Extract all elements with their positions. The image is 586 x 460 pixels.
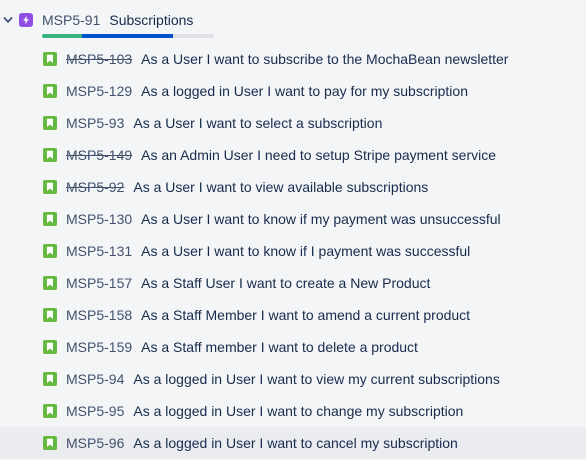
issue-summary[interactable]: As a User I want to subscribe to the Moc… — [141, 51, 508, 67]
issue-row[interactable]: MSP5-95 As a logged in User I want to cha… — [0, 395, 586, 427]
issue-key[interactable]: MSP5-130 — [66, 211, 132, 227]
issue-row[interactable]: MSP5-131 As a User I want to know if I pa… — [0, 235, 586, 267]
issue-key[interactable]: MSP5-94 — [66, 371, 124, 387]
issue-summary[interactable]: As a logged in User I want to cancel my … — [133, 435, 458, 451]
epic-issue-list: MSP5-91 Subscriptions MSP5-103 As a User … — [0, 0, 586, 460]
story-bookmark-icon — [43, 340, 57, 354]
issue-row[interactable]: MSP5-103 As a User I want to subscribe to… — [0, 43, 586, 75]
epic-row[interactable]: MSP5-91 Subscriptions — [0, 8, 586, 34]
progress-done-segment — [42, 34, 82, 38]
story-bookmark-icon — [43, 244, 57, 258]
issue-key[interactable]: MSP5-131 — [66, 243, 132, 259]
issue-summary[interactable]: As a User I want to select a subscriptio… — [133, 115, 382, 131]
story-bookmark-icon — [43, 180, 57, 194]
issue-row[interactable]: MSP5-157 As a Staff User I want to create… — [0, 267, 586, 299]
issue-summary[interactable]: As a Staff User I want to create a New P… — [141, 275, 430, 291]
issue-summary[interactable]: As a Staff Member I want to amend a curr… — [141, 307, 470, 323]
issue-summary[interactable]: As a logged in User I want to view my cu… — [133, 371, 500, 387]
epic-lightning-icon — [19, 13, 33, 27]
issue-key[interactable]: MSP5-96 — [66, 435, 124, 451]
issue-key[interactable]: MSP5-95 — [66, 403, 124, 419]
issue-row[interactable]: MSP5-94 As a logged in User I want to vie… — [0, 363, 586, 395]
issue-summary[interactable]: As a User I want to know if my payment w… — [141, 211, 500, 227]
progress-in-progress-segment — [81, 34, 173, 38]
issue-row[interactable]: MSP5-93 As a User I want to select a subs… — [0, 107, 586, 139]
story-bookmark-icon — [43, 276, 57, 290]
issue-row[interactable]: MSP5-96 As a logged in User I want to can… — [0, 427, 586, 459]
issue-key[interactable]: MSP5-149 — [66, 147, 132, 163]
issue-row[interactable]: MSP5-92 As a User I want to view availabl… — [0, 171, 586, 203]
story-bookmark-icon — [43, 404, 57, 418]
story-bookmark-icon — [43, 148, 57, 162]
issue-key[interactable]: MSP5-129 — [66, 83, 132, 99]
issue-summary[interactable]: As a User I want to view available subsc… — [133, 179, 428, 195]
issue-summary[interactable]: As a logged in User I want to change my … — [133, 403, 463, 419]
issue-row[interactable]: MSP5-130 As a User I want to know if my p… — [0, 203, 586, 235]
issue-row[interactable]: MSP5-158 As a Staff Member I want to amen… — [0, 299, 586, 331]
issue-row[interactable]: MSP5-129 As a logged in User I want to pa… — [0, 75, 586, 107]
story-bookmark-icon — [43, 372, 57, 386]
issue-key[interactable]: MSP5-159 — [66, 339, 132, 355]
story-bookmark-icon — [43, 84, 57, 98]
issue-row[interactable]: MSP5-149 As an Admin User I need to setup… — [0, 139, 586, 171]
chevron-down-icon[interactable] — [2, 14, 14, 26]
issue-row[interactable]: MSP5-159 As a Staff member I want to dele… — [0, 331, 586, 363]
issue-key[interactable]: MSP5-157 — [66, 275, 132, 291]
story-bookmark-icon — [43, 52, 57, 66]
epic-progress-bar — [42, 34, 214, 38]
story-bookmark-icon — [43, 436, 57, 450]
story-bookmark-icon — [43, 212, 57, 226]
issue-summary[interactable]: As a logged in User I want to pay for my… — [141, 83, 468, 99]
issue-key[interactable]: MSP5-103 — [66, 51, 132, 67]
story-bookmark-icon — [43, 116, 57, 130]
issue-summary[interactable]: As a User I want to know if I payment wa… — [141, 243, 470, 259]
issue-summary[interactable]: As an Admin User I need to setup Stripe … — [141, 147, 496, 163]
story-bookmark-icon — [43, 308, 57, 322]
issue-summary[interactable]: As a Staff member I want to delete a pro… — [141, 339, 418, 355]
issue-key[interactable]: MSP5-92 — [66, 179, 124, 195]
issue-key[interactable]: MSP5-158 — [66, 307, 132, 323]
epic-title[interactable]: Subscriptions — [109, 12, 193, 28]
issue-key[interactable]: MSP5-93 — [66, 115, 124, 131]
epic-key[interactable]: MSP5-91 — [42, 12, 100, 28]
